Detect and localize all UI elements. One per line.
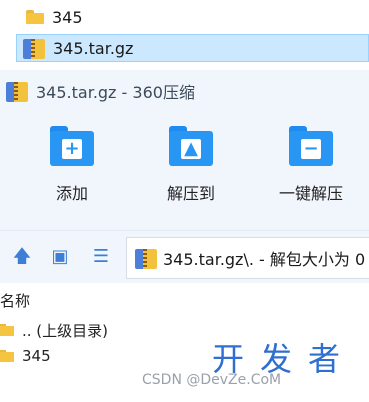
watermark-csdn-text: CSDN @DevZe.CoM [142,372,282,388]
window-title: 345.tar.gz - 360压缩 [36,83,195,102]
oneclick-extract-label: 一键解压 [278,184,343,203]
column-name-label: 名称 [0,291,31,310]
explorer-folder-row[interactable]: 345 [0,2,369,32]
folder-icon [0,350,14,362]
explorer-archive-row[interactable]: 345.tar.gz [16,34,369,62]
list-item-label: .. (上级目录) [22,321,109,340]
list-item-label: 345 [22,347,51,365]
toolbar: + 添加 ▲ 解压到 − 一键解压 [0,112,369,230]
extract-to-button[interactable]: ▲ 解压到 [146,126,236,204]
archive-name: 345.tar.gz [53,38,134,58]
navigation-bar: 🡅 ▣ ☰ 345.tar.gz\. - 解包大小为 0 [0,230,369,283]
path-text: 345.tar.gz\. - 解包大小为 0 [163,250,366,269]
add-label: 添加 [55,184,88,203]
archive-icon [23,37,45,59]
folder-icon [0,324,14,336]
add-folder-icon: + [50,126,94,166]
window-titlebar[interactable]: 345.tar.gz - 360压缩 [0,70,369,112]
oneclick-extract-button[interactable]: − 一键解压 [266,126,356,204]
add-button[interactable]: + 添加 [27,126,117,204]
path-archive-icon [135,247,157,269]
path-bar[interactable]: 345.tar.gz\. - 解包大小为 0 [126,237,369,279]
oneclick-folder-icon: − [289,126,333,166]
column-header-name[interactable]: 名称 [0,283,369,317]
extract-to-label: 解压到 [166,184,215,203]
app-archive-icon [6,80,28,102]
up-arrow-icon[interactable]: 🡅 [11,247,33,267]
folder-name: 345 [52,7,83,27]
folder-icon [26,10,44,24]
thumbnail-view-icon[interactable]: ▣ [49,247,71,267]
extract-folder-icon: ▲ [169,126,213,166]
list-view-icon[interactable]: ☰ [90,247,112,267]
